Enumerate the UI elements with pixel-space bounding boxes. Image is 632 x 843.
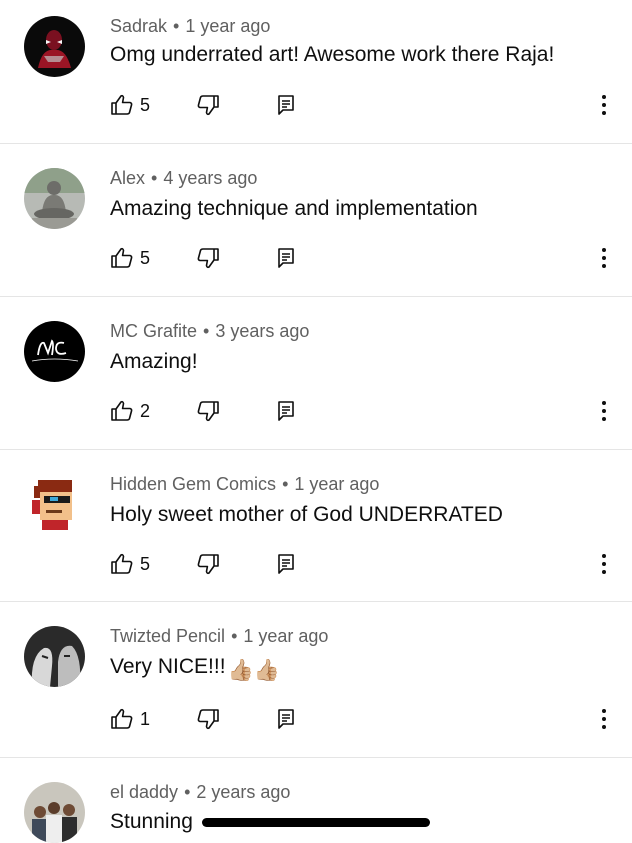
thumbs-up-emoji: 👍🏼👍🏼 <box>227 659 280 682</box>
meta-separator: • <box>151 168 158 188</box>
reply-icon[interactable] <box>274 399 298 423</box>
thumbs-up-icon[interactable] <box>110 246 134 270</box>
author-name[interactable]: el daddy <box>110 782 178 802</box>
author-name[interactable]: MC Grafite <box>110 321 197 341</box>
comment-time: 1 year ago <box>185 16 271 36</box>
comment-divider <box>0 601 632 602</box>
like-count: 5 <box>140 95 151 115</box>
comment-time: 1 year ago <box>294 474 380 494</box>
comment-actions: 1 <box>110 707 620 733</box>
comment-actions: 5 <box>110 552 620 578</box>
thumbs-up-icon[interactable] <box>110 399 134 423</box>
comment-divider <box>0 143 632 144</box>
comment-actions: 5 <box>110 246 620 272</box>
reply-icon[interactable] <box>274 93 298 117</box>
thumbs-up-icon[interactable] <box>110 93 134 117</box>
gesture-bar[interactable] <box>202 818 430 827</box>
thumbs-down-icon[interactable] <box>196 552 220 576</box>
like-count: 5 <box>140 554 151 574</box>
group-photo-avatar-icon <box>24 782 85 843</box>
thumbs-down-icon[interactable] <box>196 399 220 423</box>
meta-separator: • <box>282 474 289 494</box>
comment-text: Stunning <box>110 810 193 833</box>
author-name[interactable]: Alex <box>110 168 145 188</box>
comment-text: Amazing technique and implementation <box>110 197 478 220</box>
comment-actions: 5 <box>110 93 620 119</box>
comment-time: 1 year ago <box>243 626 329 646</box>
more-vertical-icon[interactable] <box>596 399 612 423</box>
masked-figure-avatar-icon <box>24 16 85 77</box>
author-name[interactable]: Hidden Gem Comics <box>110 474 276 494</box>
like-count: 1 <box>140 709 151 729</box>
comment-time: 4 years ago <box>163 168 258 188</box>
author-avatar[interactable] <box>24 168 85 229</box>
more-vertical-icon[interactable] <box>596 246 612 270</box>
author-name[interactable]: Sadrak <box>110 16 167 36</box>
comment-divider <box>0 296 632 297</box>
comment-actions: 2 <box>110 399 620 425</box>
comment-text: Very NICE!!!👍🏼👍🏼 <box>110 655 280 683</box>
comment-time: 3 years ago <box>215 321 310 341</box>
author-avatar[interactable] <box>24 16 85 77</box>
comment-divider <box>0 449 632 450</box>
author-name[interactable]: Twizted Pencil <box>110 626 225 646</box>
meta-separator: • <box>203 321 210 341</box>
comment-meta: MC Grafite • 3 years ago <box>110 321 309 342</box>
more-vertical-icon[interactable] <box>596 552 612 576</box>
thumbs-up-icon[interactable] <box>110 707 134 731</box>
author-avatar[interactable] <box>24 321 85 382</box>
like-count: 5 <box>140 248 151 268</box>
meta-separator: • <box>231 626 238 646</box>
like-count: 2 <box>140 401 151 421</box>
pixel-character-avatar-icon <box>24 474 85 535</box>
reply-icon[interactable] <box>274 707 298 731</box>
comment-meta: el daddy • 2 years ago <box>110 782 290 803</box>
thumbs-down-icon[interactable] <box>196 246 220 270</box>
comment-text: Holy sweet mother of God UNDERRATED <box>110 503 503 526</box>
comment-text: Omg underrated art! Awesome work there R… <box>110 43 555 66</box>
thumbs-up-icon[interactable] <box>110 552 134 576</box>
meta-separator: • <box>173 16 180 36</box>
comment-meta: Twizted Pencil • 1 year ago <box>110 626 328 647</box>
thumbs-down-icon[interactable] <box>196 93 220 117</box>
comment-meta: Hidden Gem Comics • 1 year ago <box>110 474 379 495</box>
comment-divider <box>0 757 632 758</box>
comment-time: 2 years ago <box>196 782 291 802</box>
comment-text: Amazing! <box>110 350 198 373</box>
reply-icon[interactable] <box>274 552 298 576</box>
author-avatar[interactable] <box>24 474 85 535</box>
faces-sketch-avatar-icon <box>24 626 85 687</box>
more-vertical-icon[interactable] <box>596 707 612 731</box>
more-vertical-icon[interactable] <box>596 93 612 117</box>
reply-icon[interactable] <box>274 246 298 270</box>
thumbs-down-icon[interactable] <box>196 707 220 731</box>
comment-text-body: Very NICE!!! <box>110 655 226 678</box>
meta-separator: • <box>184 782 191 802</box>
author-avatar[interactable] <box>24 782 85 843</box>
comment-meta: Alex • 4 years ago <box>110 168 257 189</box>
buddha-statue-avatar-icon <box>24 168 85 229</box>
mc-logo-avatar-icon <box>24 321 85 382</box>
comment-meta: Sadrak • 1 year ago <box>110 16 270 37</box>
author-avatar[interactable] <box>24 626 85 687</box>
